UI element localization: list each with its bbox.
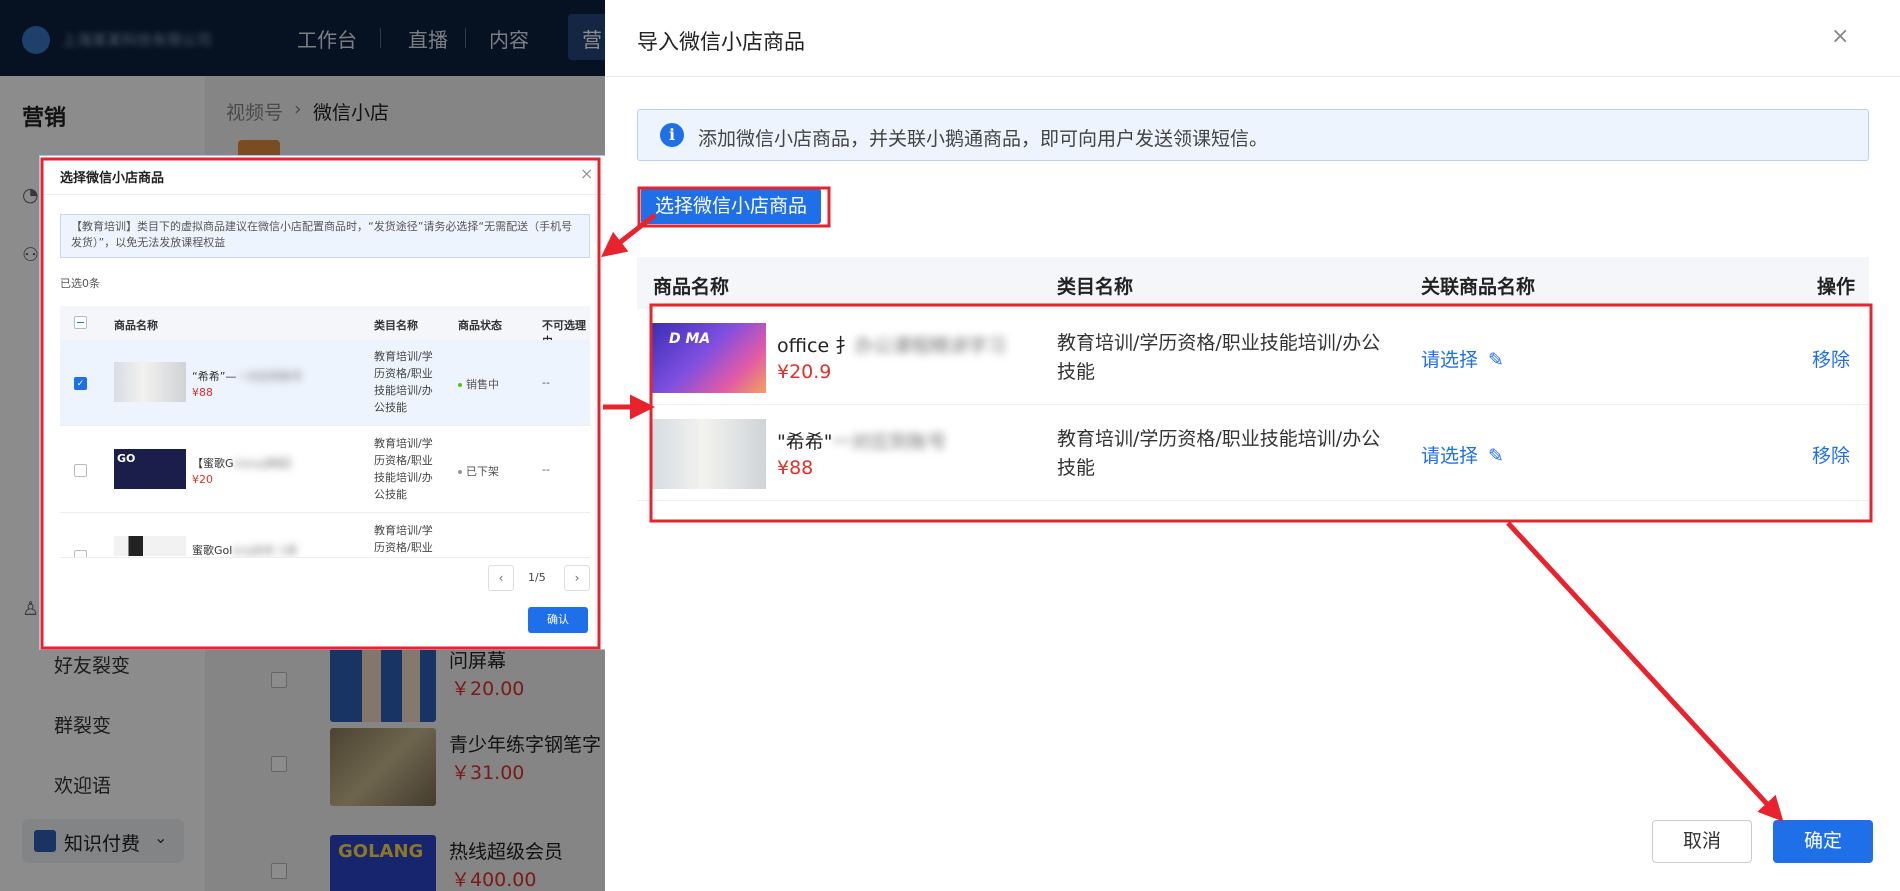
col-linked-product: 关联商品名称	[1421, 276, 1536, 298]
product-category: 教育培训/学历资格/职业技能培训/办公技能	[1057, 332, 1381, 383]
cancel-button[interactable]: 取消	[1652, 820, 1752, 863]
divider	[605, 76, 1900, 77]
inset-table-header: 商品名称 类目名称 商品状态 不可选理由	[60, 306, 590, 348]
next-page-button[interactable]: ›	[564, 565, 590, 591]
product-status: 已下架	[458, 463, 499, 479]
product-status: 销售中	[458, 376, 499, 392]
product-name-blurred: 办公课程精讲学习	[854, 335, 1007, 357]
product-price: ¥20	[192, 473, 213, 486]
confirm-button[interactable]: 确认	[528, 607, 588, 633]
product-category: 教育培训/学历资格/职业技能培训/办公技能	[374, 524, 433, 554]
product-thumbnail: D MA	[651, 323, 766, 393]
product-name-blurred: ang体系 1课	[232, 544, 297, 557]
selected-count: 已选0条	[60, 277, 100, 290]
row-checkbox[interactable]	[74, 464, 87, 477]
product-category: 教育培训/学历资格/职业技能培训/办公技能	[374, 437, 433, 501]
pencil-icon[interactable]: ✎	[1488, 445, 1504, 467]
col-product-name: 商品名称	[653, 276, 730, 298]
link-select-text: 请选择	[1421, 349, 1479, 371]
product-name-text: office 扌	[777, 335, 855, 357]
unselectable-reason: --	[542, 463, 550, 476]
table-header: 商品名称 类目名称 关联商品名称 操作	[637, 257, 1869, 309]
product-category: 教育培训/学历资格/职业技能培训/办公技能	[374, 350, 433, 414]
link-product-select[interactable]: 请选择 ✎	[1421, 441, 1504, 468]
select-all-checkbox[interactable]	[74, 316, 87, 329]
row-checkbox[interactable]: ✓	[74, 377, 87, 390]
status-dot	[458, 383, 462, 387]
info-notice: i 添加微信小店商品，并关联小鹅通商品，即可向用户发送领课短信。	[637, 109, 1869, 161]
import-drawer: 导入微信小店商品 × i 添加微信小店商品，并关联小鹅通商品，即可向用户发送领课…	[605, 0, 1900, 891]
pencil-icon[interactable]: ✎	[1488, 349, 1504, 371]
table-row: D MA office 扌办公课程精讲学习 ¥20.9 教育培训/学历资格/职业…	[637, 309, 1869, 405]
product-name: 蜜歌Golang体系 1课	[192, 542, 297, 557]
product-price: ¥88	[777, 457, 814, 479]
product-price: ¥20.9	[777, 361, 832, 383]
product-thumbnail	[114, 362, 186, 402]
drawer-title: 导入微信小店商品	[637, 30, 805, 54]
product-name-text: 蜜歌Gol	[192, 544, 233, 557]
product-category: 教育培训/学历资格/职业技能培训/办公技能	[1057, 428, 1381, 479]
product-name-text: “希希”—	[192, 370, 237, 383]
inset-dialog-title: 选择微信小店商品	[60, 171, 165, 186]
link-select-text: 请选择	[1421, 445, 1479, 467]
product-name-blurred: 一对应到账号	[236, 370, 303, 383]
col-category: 类目名称	[374, 319, 418, 332]
table-row: "希希"一对应到账号 ¥88 教育培训/学历资格/职业技能培训/办公技能 请选择…	[637, 405, 1869, 501]
product-name: “希希”—一对应到账号	[192, 368, 302, 384]
status-dot	[458, 470, 462, 474]
col-status: 商品状态	[458, 319, 502, 332]
product-name-blurred: olang课程】	[233, 457, 298, 470]
table-row[interactable]: GO 【蜜歌Golang课程】 ¥20 教育培训/学历资格/职业技能培训/办公技…	[60, 427, 590, 513]
inset-select-product-dialog: 选择微信小店商品 × 【教育培训】类目下的虚拟商品建议在微信小店配置商品时，“发…	[39, 155, 614, 650]
link-product-select[interactable]: 请选择 ✎	[1421, 345, 1504, 372]
product-name-blurred: 一对应到账号	[832, 431, 947, 453]
table-row[interactable]: 蜜歌Golang体系 1课 教育培训/学历资格/职业技能培训/办公技能	[60, 514, 590, 558]
prev-page-button[interactable]: ‹	[488, 565, 514, 591]
table-row[interactable]: ✓ “希希”—一对应到账号 ¥88 教育培训/学历资格/职业技能培训/办公技能 …	[60, 340, 590, 426]
product-name-text: "希希"	[777, 431, 833, 453]
ok-button[interactable]: 确定	[1773, 820, 1873, 863]
page-indicator: 1/5	[528, 571, 546, 584]
col-product-name: 商品名称	[114, 319, 158, 332]
screenshot-stage: 上海某某科技有限公司 工作台 直播 内容 营 营销 ◔ ⚇ ♙ 好友裂变 群裂变…	[0, 0, 1900, 891]
status-text: 销售中	[466, 378, 499, 391]
product-price: ¥88	[192, 386, 213, 399]
remove-button[interactable]: 移除	[1812, 345, 1850, 372]
close-icon[interactable]: ×	[580, 164, 593, 183]
product-name-text: 【蜜歌G	[192, 457, 234, 470]
inset-notice: 【教育培训】类目下的虚拟商品建议在微信小店配置商品时，“发货途径”请务必选择“无…	[60, 214, 590, 258]
product-name: 【蜜歌Golang课程】	[192, 455, 297, 471]
product-name: office 扌办公课程精讲学习	[777, 331, 1006, 358]
product-thumbnail	[114, 536, 186, 556]
info-icon: i	[660, 123, 684, 147]
select-wechat-product-button[interactable]: 选择微信小店商品	[641, 188, 821, 224]
product-thumbnail	[651, 419, 766, 489]
status-text: 已下架	[466, 465, 499, 478]
divider	[40, 194, 613, 195]
col-actions: 操作	[1817, 276, 1856, 298]
row-checkbox[interactable]	[74, 550, 87, 557]
close-icon[interactable]: ×	[1831, 24, 1849, 49]
unselectable-reason: --	[542, 376, 550, 389]
product-name: "希希"一对应到账号	[777, 427, 947, 454]
col-category: 类目名称	[1057, 276, 1134, 298]
remove-button[interactable]: 移除	[1812, 441, 1850, 468]
notice-text: 添加微信小店商品，并关联小鹅通商品，即可向用户发送领课短信。	[698, 128, 1269, 150]
product-thumbnail: GO	[114, 449, 186, 489]
